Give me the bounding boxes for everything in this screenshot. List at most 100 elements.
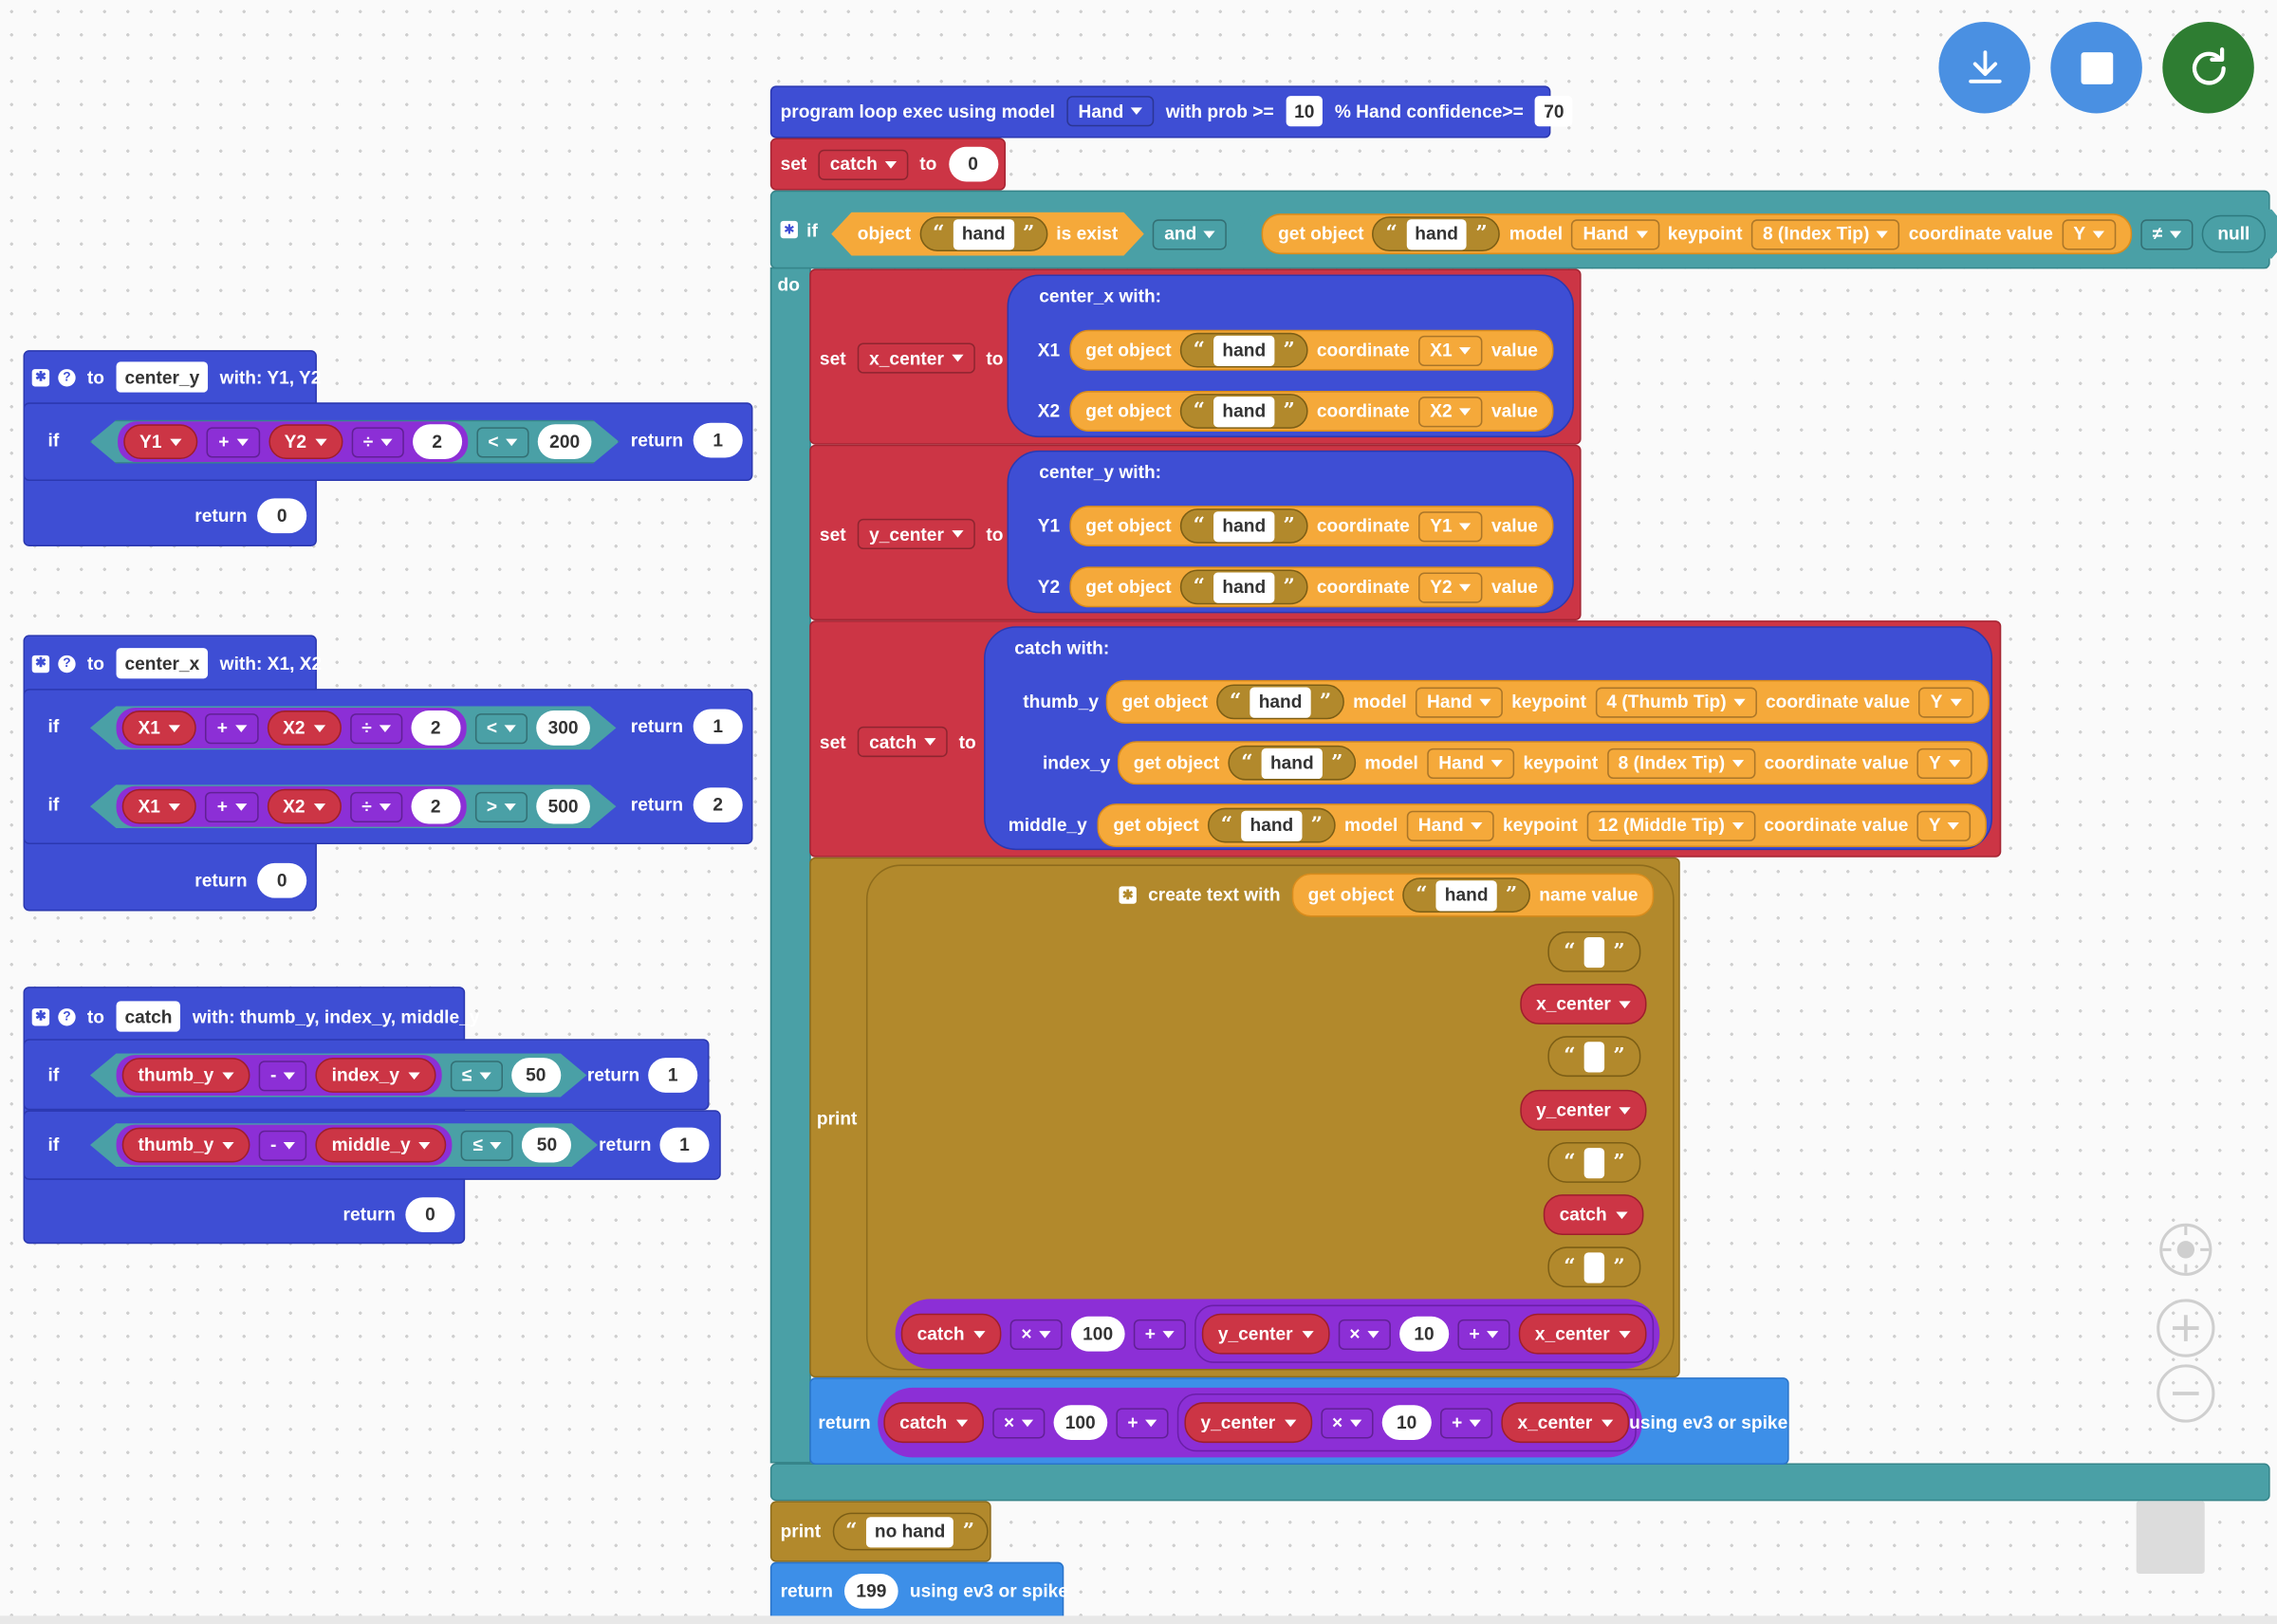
get-keypoint-block[interactable]: get object “hand” model Hand keypoint 4 … xyxy=(1105,679,1990,724)
model-dropdown[interactable]: Hand xyxy=(1415,686,1504,717)
empty-text-block[interactable]: “” xyxy=(1547,931,1641,972)
download-button[interactable] xyxy=(1938,21,2030,114)
number-field[interactable]: 300 xyxy=(536,710,589,746)
confidence-field[interactable]: 70 xyxy=(1535,96,1573,127)
blockly-workspace[interactable]: ✱ ? to center_y with: Y1, Y2 if Y1 + Y2 … xyxy=(0,0,2277,1624)
op-dropdown[interactable]: ÷ xyxy=(352,427,404,457)
get-keypoint-block[interactable]: get object “hand” model Hand keypoint 12… xyxy=(1097,803,1988,848)
var-catch[interactable]: catch xyxy=(1543,1194,1643,1236)
coord-dropdown[interactable]: X1 xyxy=(1417,335,1483,366)
var-dropdown[interactable]: catch xyxy=(857,726,948,758)
help-icon[interactable]: ? xyxy=(58,368,76,386)
op-dropdown[interactable]: + xyxy=(1457,1319,1510,1350)
coord-dropdown[interactable]: Y xyxy=(1916,809,1972,841)
var-y-center[interactable]: y_center xyxy=(1520,1089,1648,1131)
return-value[interactable]: 0 xyxy=(405,1197,455,1232)
op-dropdown[interactable]: × xyxy=(1320,1407,1374,1438)
number-field[interactable]: 50 xyxy=(522,1128,571,1163)
coord-dropdown[interactable]: Y xyxy=(1916,747,1972,779)
op-dropdown[interactable]: ÷ xyxy=(350,712,402,743)
op-dropdown[interactable]: - xyxy=(259,1060,307,1090)
compare-dropdown[interactable]: ≤ xyxy=(451,1060,503,1090)
var-middle-y[interactable]: middle_y xyxy=(316,1128,447,1163)
text-block[interactable]: “hand” xyxy=(1216,684,1344,720)
var-x-center[interactable]: x_center xyxy=(1501,1402,1629,1444)
text-block[interactable]: “hand” xyxy=(1179,394,1308,429)
func-name-field[interactable]: center_y xyxy=(116,361,209,393)
number-field[interactable]: 50 xyxy=(511,1058,561,1093)
text-block[interactable]: “hand” xyxy=(919,216,1047,251)
func-name-field[interactable]: catch xyxy=(116,1001,181,1032)
gear-icon[interactable]: ✱ xyxy=(31,655,50,673)
op-dropdown[interactable]: + xyxy=(1439,1407,1493,1438)
var-y-center[interactable]: y_center xyxy=(1202,1313,1329,1355)
var-y-center[interactable]: y_center xyxy=(1184,1402,1312,1444)
return-value[interactable]: 2 xyxy=(693,787,743,822)
horizontal-scrollbar[interactable] xyxy=(0,1615,2277,1624)
op-dropdown[interactable]: × xyxy=(1338,1319,1391,1350)
op-dropdown[interactable]: + xyxy=(205,791,258,821)
model-dropdown[interactable]: Hand xyxy=(1426,747,1515,779)
number-field[interactable]: 200 xyxy=(538,424,591,459)
arith-block[interactable]: Y1 + Y2 ÷ 2 xyxy=(118,421,468,462)
return-value[interactable]: 1 xyxy=(693,709,743,745)
op-dropdown[interactable]: × xyxy=(991,1407,1046,1438)
op-dropdown[interactable]: + xyxy=(207,427,260,457)
arith-block[interactable]: thumb_y - index_y xyxy=(117,1055,442,1096)
op-dropdown[interactable]: + xyxy=(1116,1407,1169,1438)
return-value[interactable]: 0 xyxy=(257,862,307,898)
empty-text-block[interactable]: “” xyxy=(1547,1141,1641,1183)
text-block[interactable]: “hand” xyxy=(1207,807,1336,843)
number-field[interactable]: 199 xyxy=(844,1573,898,1609)
get-coordinate-block[interactable]: get object “hand” coordinate X1 value xyxy=(1069,329,1554,371)
compare-dropdown[interactable]: < xyxy=(476,427,529,457)
compare-dropdown[interactable]: ≤ xyxy=(461,1130,513,1160)
comparison-block[interactable]: X1 + X2 ÷ 2 > 500 xyxy=(90,784,616,828)
get-coordinate-block[interactable]: get object “hand” coordinate X2 value xyxy=(1069,391,1554,432)
var-thumb-y[interactable]: thumb_y xyxy=(122,1128,250,1163)
var-dropdown[interactable]: y_center xyxy=(857,518,975,550)
var-index-y[interactable]: index_y xyxy=(316,1058,435,1093)
and-dropdown[interactable]: and xyxy=(1153,218,1228,249)
return-value[interactable]: 1 xyxy=(693,422,743,458)
zoom-in-button[interactable] xyxy=(2157,1299,2215,1357)
inner-formula-block[interactable]: y_center × 10 + x_center xyxy=(1176,1393,1637,1452)
empty-text-block[interactable]: “” xyxy=(1547,1246,1641,1288)
prob-field[interactable]: 10 xyxy=(1285,96,1324,127)
coord-dropdown[interactable]: Y1 xyxy=(1417,510,1483,542)
stop-button[interactable] xyxy=(2050,21,2142,114)
text-block[interactable]: “hand” xyxy=(1228,745,1357,781)
empty-text-block[interactable]: “” xyxy=(1547,1036,1641,1078)
number-field[interactable]: 100 xyxy=(1070,1316,1125,1352)
number-field[interactable]: 100 xyxy=(1053,1405,1107,1441)
var-x1[interactable]: X1 xyxy=(122,710,197,746)
coord-dropdown[interactable]: Y xyxy=(2062,219,2116,249)
inner-formula-block[interactable]: y_center × 10 + x_center xyxy=(1194,1304,1654,1363)
var-y2[interactable]: Y2 xyxy=(268,424,343,459)
var-dropdown[interactable]: x_center xyxy=(857,342,975,374)
func-name-field[interactable]: center_x xyxy=(116,648,209,679)
op-dropdown[interactable]: ÷ xyxy=(350,791,402,821)
number-field[interactable]: 10 xyxy=(1398,1316,1450,1352)
var-x2[interactable]: X2 xyxy=(267,710,342,746)
text-block[interactable]: “hand” xyxy=(1373,216,1501,251)
var-x2[interactable]: X2 xyxy=(267,789,342,824)
number-field[interactable]: 0 xyxy=(948,146,998,182)
number-field[interactable]: 2 xyxy=(411,710,460,746)
var-catch[interactable]: catch xyxy=(883,1402,984,1444)
comparison-block[interactable]: X1 + X2 ÷ 2 < 300 xyxy=(90,706,616,749)
gear-icon[interactable]: ✱ xyxy=(31,1007,50,1025)
number-field[interactable]: 500 xyxy=(536,789,589,824)
get-coordinate-block[interactable]: get object “hand” coordinate Y1 value xyxy=(1069,506,1554,546)
null-block[interactable]: null xyxy=(2201,215,2266,253)
get-keypoint-block[interactable]: get object “hand” model Hand keypoint 8 … xyxy=(1117,741,1988,785)
object-exists-block[interactable]: object “hand” is exist xyxy=(831,212,1144,256)
op-dropdown[interactable]: + xyxy=(205,712,258,743)
arith-block[interactable]: X1 + X2 ÷ 2 xyxy=(117,786,467,827)
get-keypoint-block[interactable]: get object “hand” model Hand keypoint 8 … xyxy=(1262,213,2132,254)
keypoint-dropdown[interactable]: 12 (Middle Tip) xyxy=(1585,809,1756,841)
compare-dropdown[interactable]: ≠ xyxy=(2140,219,2193,249)
number-field[interactable]: 10 xyxy=(1381,1405,1432,1441)
compare-dropdown[interactable]: > xyxy=(475,791,528,821)
var-x-center[interactable]: x_center xyxy=(1520,984,1648,1024)
